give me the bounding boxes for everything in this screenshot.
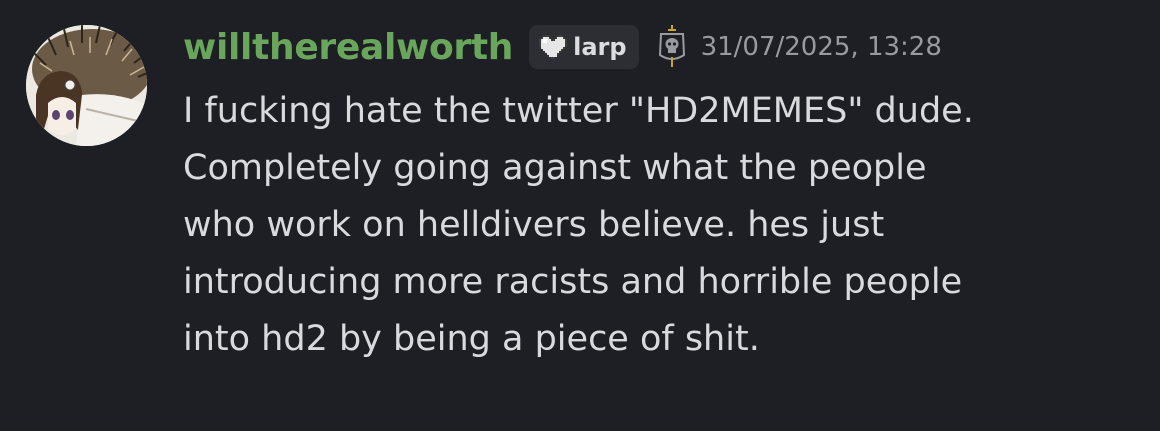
skull-sword-emblem-icon[interactable] — [657, 25, 687, 69]
message-line: introducing more racists and horrible pe… — [183, 262, 963, 302]
avatar[interactable] — [26, 25, 147, 146]
timestamp: 31/07/2025, 13:28 — [700, 32, 942, 62]
server-tag[interactable]: larp — [529, 25, 639, 69]
chat-message: willtherealworth larp 31/07/2025, 13:28 … — [0, 0, 1160, 431]
tag-label: larp — [573, 33, 627, 61]
username[interactable]: willtherealworth — [183, 27, 513, 68]
pixel-heart-icon — [539, 35, 568, 59]
message-content[interactable]: I fucking hate the twitter "HD2MEMES" du… — [183, 83, 1143, 368]
anime-girl-hedgehog-avatar-icon — [26, 25, 147, 146]
message-line: into hd2 by being a piece of shit. — [183, 319, 760, 359]
message-line: who work on helldivers believe. hes just — [183, 205, 885, 245]
message-line: Completely going against what the people — [183, 148, 927, 188]
message-line: I fucking hate the twitter "HD2MEMES" du… — [183, 91, 974, 131]
message-header: willtherealworth larp 31/07/2025, 13:28 — [183, 20, 942, 74]
